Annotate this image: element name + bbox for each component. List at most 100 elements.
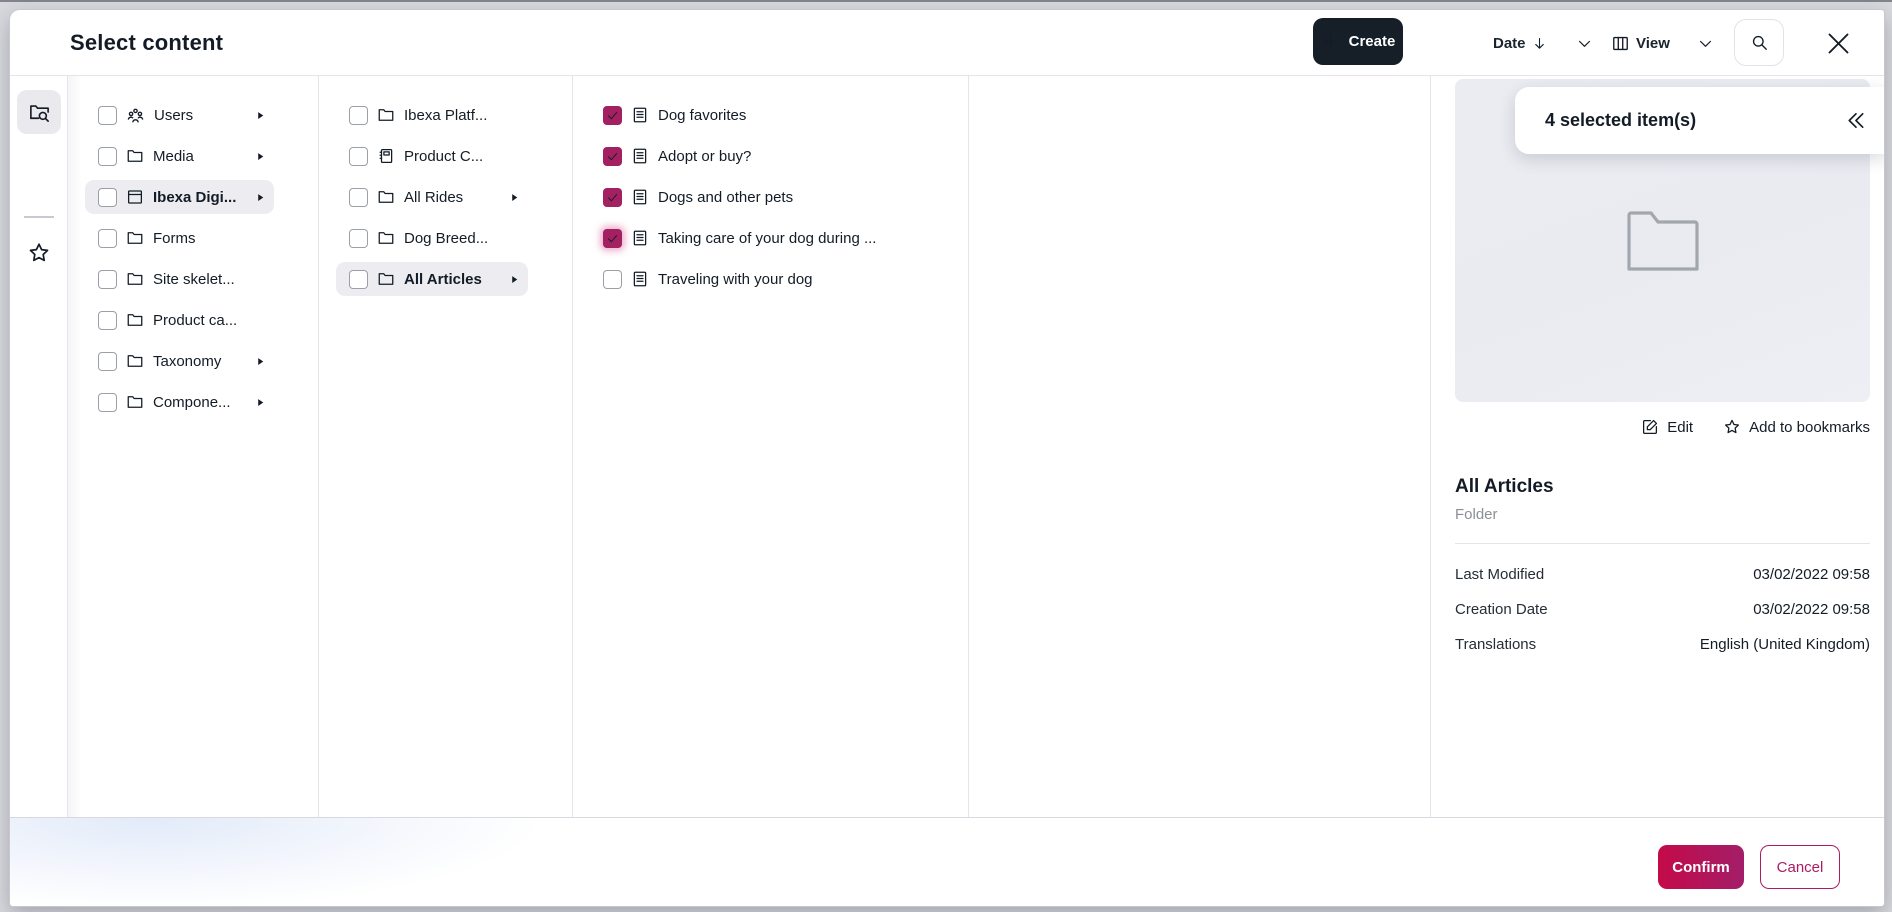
folder-icon xyxy=(126,147,144,165)
modal-title: Select content xyxy=(70,30,223,56)
left-rail xyxy=(10,76,68,817)
tree-item[interactable]: Ibexa Platf... xyxy=(336,98,528,132)
folder-icon xyxy=(126,229,144,247)
tree-item[interactable]: All Rides xyxy=(336,180,528,214)
item-checkbox[interactable] xyxy=(349,270,368,289)
tree-item[interactable]: Compone... xyxy=(85,385,274,419)
tree-item-label: Taxonomy xyxy=(153,353,246,370)
page-background: Select content Create Date View xyxy=(0,0,1892,912)
add-to-bookmarks-button[interactable]: Add to bookmarks xyxy=(1723,418,1870,436)
search-button[interactable] xyxy=(1734,19,1784,66)
collapse-panel-button[interactable] xyxy=(1844,109,1867,132)
tree-item[interactable]: Media xyxy=(85,139,274,173)
landing-page-icon xyxy=(126,188,144,206)
select-content-modal: Select content Create Date View xyxy=(10,10,1884,906)
tree-item[interactable]: All Articles xyxy=(336,262,528,296)
tree-item[interactable]: Product ca... xyxy=(85,303,274,337)
chevron-right-icon[interactable] xyxy=(255,356,266,367)
tree-item[interactable]: Taking care of your dog during ... xyxy=(590,221,924,255)
folder-icon xyxy=(126,393,144,411)
tree-item-label: Media xyxy=(153,148,246,165)
tree-item-label: Users xyxy=(154,107,246,124)
metadata-value: English (United Kingdom) xyxy=(1700,636,1870,653)
confirm-button[interactable]: Confirm xyxy=(1658,845,1744,889)
tree-item-label: Traveling with your dog xyxy=(658,271,916,288)
item-checkbox[interactable] xyxy=(603,106,622,125)
item-checkbox[interactable] xyxy=(98,229,117,248)
article-icon xyxy=(631,147,649,165)
item-checkbox[interactable] xyxy=(349,147,368,166)
catalog-icon xyxy=(377,147,395,165)
browse-tab-button[interactable] xyxy=(17,90,61,134)
tree-item[interactable]: Taxonomy xyxy=(85,344,274,378)
bookmarks-tab-button[interactable] xyxy=(17,231,61,275)
item-checkbox[interactable] xyxy=(349,229,368,248)
sort-dropdown[interactable]: Date xyxy=(1493,10,1547,76)
tree-item[interactable]: Ibexa Digi... xyxy=(85,180,274,214)
item-checkbox[interactable] xyxy=(349,106,368,125)
item-checkbox[interactable] xyxy=(98,188,117,207)
tree-item[interactable]: Forms xyxy=(85,221,274,255)
chevron-right-icon[interactable] xyxy=(255,151,266,162)
item-checkbox[interactable] xyxy=(98,147,117,166)
content-title: All Articles xyxy=(1455,476,1554,498)
cancel-button[interactable]: Cancel xyxy=(1760,845,1840,889)
close-icon xyxy=(1825,30,1852,57)
tree-item-label: Ibexa Platf... xyxy=(404,107,520,124)
folder-icon xyxy=(377,106,395,124)
modal-footer: Confirm Cancel xyxy=(10,817,1884,906)
arrow-down-icon xyxy=(1532,36,1547,51)
metadata-label: Translations xyxy=(1455,636,1536,653)
tree-item-label: Dogs and other pets xyxy=(658,189,916,206)
folder-icon xyxy=(377,188,395,206)
tree-item[interactable]: Product C... xyxy=(336,139,528,173)
item-checkbox[interactable] xyxy=(603,229,622,248)
tree-item[interactable]: Site skelet... xyxy=(85,262,274,296)
chevron-right-icon[interactable] xyxy=(509,192,520,203)
folder-icon xyxy=(126,352,144,370)
chevron-right-icon[interactable] xyxy=(255,110,266,121)
tree-column-1: Users Media Ibexa Digi... Forms Site skelet.… xyxy=(68,76,319,817)
big-folder-icon xyxy=(1625,209,1701,273)
tree-item[interactable]: Dog favorites xyxy=(590,98,924,132)
browse-tree-icon xyxy=(28,101,51,124)
item-checkbox[interactable] xyxy=(349,188,368,207)
modal-header: Select content Create Date View xyxy=(10,10,1884,76)
tree-item[interactable]: Users xyxy=(85,98,274,132)
item-checkbox[interactable] xyxy=(98,270,117,289)
tree-item[interactable]: Dogs and other pets xyxy=(590,180,924,214)
create-button[interactable]: Create xyxy=(1313,18,1403,65)
close-button[interactable] xyxy=(1816,24,1860,62)
item-checkbox[interactable] xyxy=(603,270,622,289)
tree-item[interactable]: Adopt or buy? xyxy=(590,139,924,173)
item-checkbox[interactable] xyxy=(603,188,622,207)
sort-chevron-button[interactable] xyxy=(1576,10,1593,76)
item-checkbox[interactable] xyxy=(98,393,117,412)
article-icon xyxy=(631,270,649,288)
edit-label: Edit xyxy=(1667,419,1693,436)
item-checkbox[interactable] xyxy=(98,352,117,371)
selected-count: 4 selected item(s) xyxy=(1545,110,1844,131)
edit-button[interactable]: Edit xyxy=(1641,418,1693,436)
tree-item-label: Adopt or buy? xyxy=(658,148,916,165)
chevron-right-icon[interactable] xyxy=(509,274,520,285)
metadata-row: Last Modified03/02/2022 09:58 xyxy=(1455,557,1870,592)
metadata-row: Translations English (United Kingdom) xyxy=(1455,627,1870,662)
chevron-right-icon[interactable] xyxy=(255,192,266,203)
chevron-right-icon[interactable] xyxy=(255,397,266,408)
tree-item[interactable]: Dog Breed... xyxy=(336,221,528,255)
view-dropdown[interactable]: View xyxy=(1611,10,1670,76)
tree-item-label: Compone... xyxy=(153,394,246,411)
tree-column-2: Ibexa Platf... Product C... All Rides Dog B… xyxy=(319,76,573,817)
item-checkbox[interactable] xyxy=(603,147,622,166)
tree-item-label: All Articles xyxy=(404,271,500,288)
tree-item-label: All Rides xyxy=(404,189,500,206)
metadata-list: Last Modified03/02/2022 09:58Creation Da… xyxy=(1455,557,1870,662)
tree-column-3: Dog favorites Adopt or buy? Dogs and other… xyxy=(573,76,969,817)
item-checkbox[interactable] xyxy=(98,311,117,330)
tree-item-label: Taking care of your dog during ... xyxy=(658,230,916,247)
view-chevron-button[interactable] xyxy=(1697,10,1714,76)
tree-item[interactable]: Traveling with your dog xyxy=(590,262,924,296)
item-checkbox[interactable] xyxy=(98,106,117,125)
chevron-down-icon xyxy=(1576,35,1593,52)
